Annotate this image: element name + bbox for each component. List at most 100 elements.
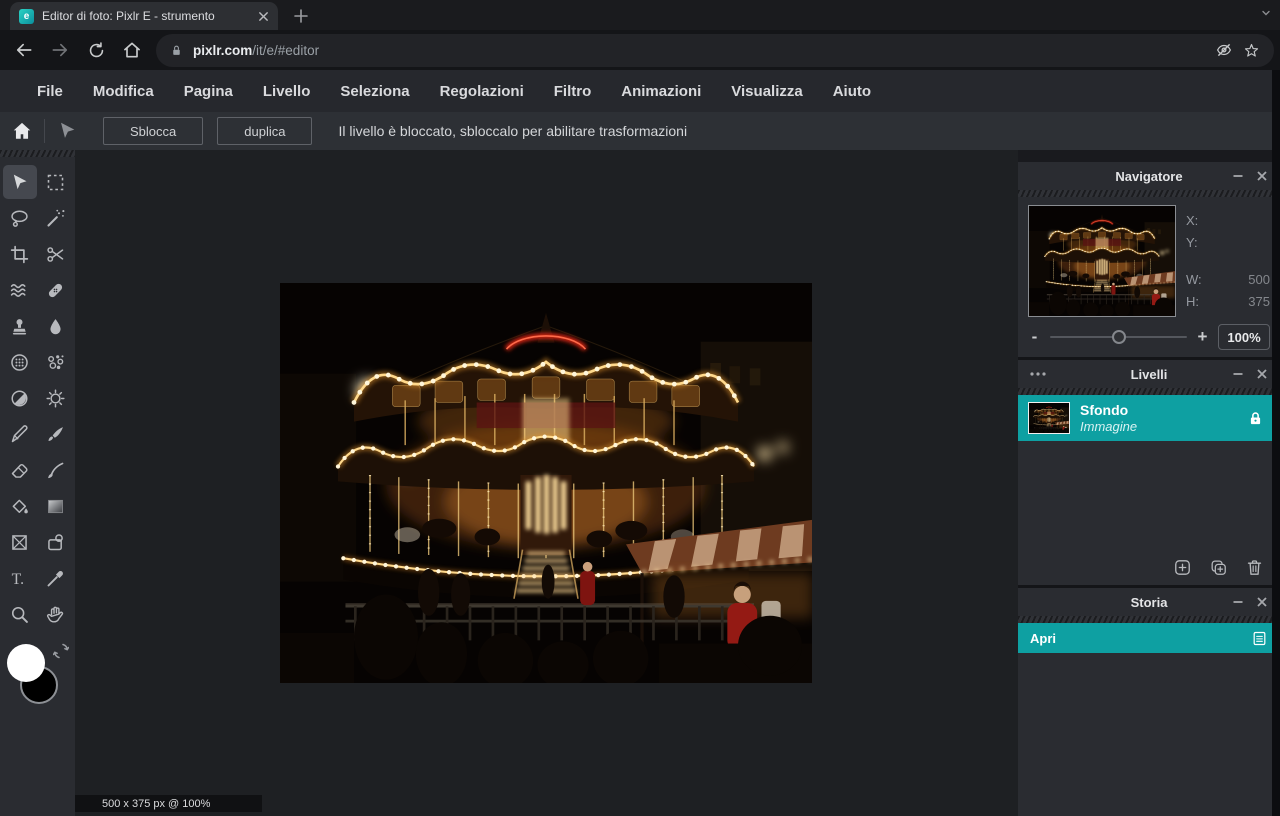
menu-filtro[interactable]: Filtro <box>539 70 607 112</box>
sharpen-tool-icon[interactable] <box>39 381 73 415</box>
menu-animazioni[interactable]: Animazioni <box>606 70 716 112</box>
delete-layer-icon[interactable] <box>1245 558 1264 577</box>
dodge-burn-tool-icon[interactable] <box>3 381 37 415</box>
zoom-slider[interactable] <box>1050 330 1187 344</box>
carousel-photo <box>280 283 812 683</box>
liquify-tool-icon[interactable] <box>3 273 37 307</box>
history-document-icon <box>1251 630 1268 647</box>
fill-tool-icon[interactable] <box>3 489 37 523</box>
navigator-zoom-row: - + 100% <box>1018 317 1280 357</box>
zoom-in-button[interactable]: + <box>1196 327 1209 347</box>
panel-column-spacer <box>1018 150 1280 162</box>
history-minimize-icon[interactable] <box>1232 596 1244 608</box>
gradient-tool-icon[interactable] <box>39 489 73 523</box>
back-icon[interactable] <box>6 33 42 67</box>
brush-tool-icon[interactable] <box>39 417 73 451</box>
crop-tool-icon[interactable] <box>3 237 37 271</box>
clone-tool-icon[interactable] <box>3 309 37 343</box>
add-layer-icon[interactable] <box>1173 558 1192 577</box>
layers-minimize-icon[interactable] <box>1232 368 1244 380</box>
layer-row-sfondo[interactable]: Sfondo Immagine <box>1018 395 1280 441</box>
layers-close-icon[interactable] <box>1256 368 1268 380</box>
history-empty-area <box>1018 653 1280 816</box>
main-area: T. <box>0 150 1280 816</box>
focus-tool-icon[interactable] <box>39 309 73 343</box>
zoom-out-button[interactable]: - <box>1028 327 1041 347</box>
history-header[interactable]: Storia <box>1018 588 1280 616</box>
browser-toolbar: pixlr.com/it/e/#editor <box>0 30 1280 70</box>
right-panel-column: Navigatore X: Y: W:500 H:375 <box>1018 150 1280 816</box>
navigator-hatch-divider <box>1018 190 1280 197</box>
duplicate-layer-icon[interactable] <box>1209 558 1228 577</box>
browser-home-icon[interactable] <box>114 33 150 67</box>
layers-menu-icon[interactable] <box>1018 371 1046 377</box>
arrange-tool-icon[interactable] <box>3 165 37 199</box>
browser-tab[interactable]: e Editor di foto: Pixlr E - strumento <box>10 2 278 30</box>
navigator-minimize-icon[interactable] <box>1232 170 1244 182</box>
menu-livello[interactable]: Livello <box>248 70 326 112</box>
zoom-tool-icon[interactable] <box>3 597 37 631</box>
navigator-header[interactable]: Navigatore <box>1018 162 1280 190</box>
menu-pagina[interactable]: Pagina <box>169 70 248 112</box>
tab-close-icon[interactable] <box>258 11 269 22</box>
lasso-select-tool-icon[interactable] <box>3 201 37 235</box>
navigator-thumbnail[interactable] <box>1028 205 1176 317</box>
width-label: W: <box>1186 272 1202 287</box>
navigator-info: X: Y: W:500 H:375 <box>1186 205 1270 317</box>
pixlr-menubar: File Modifica Pagina Livello Seleziona R… <box>0 70 1272 112</box>
active-tool-cursor-icon <box>45 120 89 142</box>
tab-title: Editor di foto: Pixlr E - strumento <box>42 9 250 23</box>
shape-tool-icon[interactable] <box>39 525 73 559</box>
url-domain: pixlr.com <box>193 43 252 58</box>
layer-locked-info: Il livello è bloccato, sbloccalo per abi… <box>338 123 687 139</box>
foreground-color-swatch[interactable] <box>7 644 45 682</box>
height-value: 375 <box>1248 294 1270 309</box>
canvas-area[interactable]: 500 x 375 px @ 100% <box>75 150 1018 816</box>
reload-icon[interactable] <box>78 33 114 67</box>
navigator-close-icon[interactable] <box>1256 170 1268 182</box>
menu-visualizza[interactable]: Visualizza <box>716 70 817 112</box>
new-tab-icon[interactable] <box>294 9 308 23</box>
tool-grid: T. <box>0 165 75 631</box>
bookmark-star-icon[interactable] <box>1243 42 1260 59</box>
history-close-icon[interactable] <box>1256 596 1268 608</box>
pixelate-tool-icon[interactable] <box>3 345 37 379</box>
menu-modifica[interactable]: Modifica <box>78 70 169 112</box>
heal-tool-icon[interactable] <box>39 273 73 307</box>
menu-regolazioni[interactable]: Regolazioni <box>425 70 539 112</box>
text-tool-icon[interactable]: T. <box>3 561 37 595</box>
wand-select-tool-icon[interactable] <box>39 201 73 235</box>
duplicate-button[interactable]: duplica <box>217 117 312 145</box>
zoom-slider-handle[interactable] <box>1112 330 1126 344</box>
menu-file[interactable]: File <box>22 70 78 112</box>
visibility-off-icon[interactable] <box>1215 41 1233 59</box>
eraser-tool-icon[interactable] <box>3 453 37 487</box>
zoom-value-box[interactable]: 100% <box>1218 324 1270 350</box>
marquee-select-tool-icon[interactable] <box>39 165 73 199</box>
color-picker-tool-icon[interactable] <box>39 561 73 595</box>
pixlr-home-icon[interactable] <box>0 120 44 142</box>
layer-lock-icon[interactable] <box>1247 410 1270 427</box>
height-label: H: <box>1186 294 1199 309</box>
layers-header[interactable]: Livelli <box>1018 360 1280 388</box>
x-label: X: <box>1186 213 1198 228</box>
history-entry-open[interactable]: Apri <box>1018 623 1280 653</box>
menu-aiuto[interactable]: Aiuto <box>818 70 886 112</box>
url-text: pixlr.com/it/e/#editor <box>193 43 319 58</box>
menu-seleziona[interactable]: Seleziona <box>325 70 424 112</box>
browser-tabstrip: e Editor di foto: Pixlr E - strumento <box>0 0 1280 30</box>
smudge-tool-icon[interactable] <box>39 453 73 487</box>
pen-tool-icon[interactable] <box>3 417 37 451</box>
hand-tool-icon[interactable] <box>39 597 73 631</box>
pattern-tool-icon[interactable] <box>39 345 73 379</box>
swap-colors-icon[interactable] <box>53 642 69 660</box>
unlock-button[interactable]: Sblocca <box>103 117 203 145</box>
pixlr-editor-window: e Editor di foto: Pixlr E - strumento <box>0 0 1280 816</box>
address-bar[interactable]: pixlr.com/it/e/#editor <box>156 34 1274 67</box>
cutout-tool-icon[interactable] <box>39 237 73 271</box>
canvas-status-bar: 500 x 375 px @ 100% <box>75 795 262 812</box>
forward-icon[interactable] <box>42 33 78 67</box>
tab-search-chevron-icon[interactable] <box>1260 7 1272 19</box>
frame-tool-icon[interactable] <box>3 525 37 559</box>
sidebar-hatch-divider <box>0 150 75 157</box>
